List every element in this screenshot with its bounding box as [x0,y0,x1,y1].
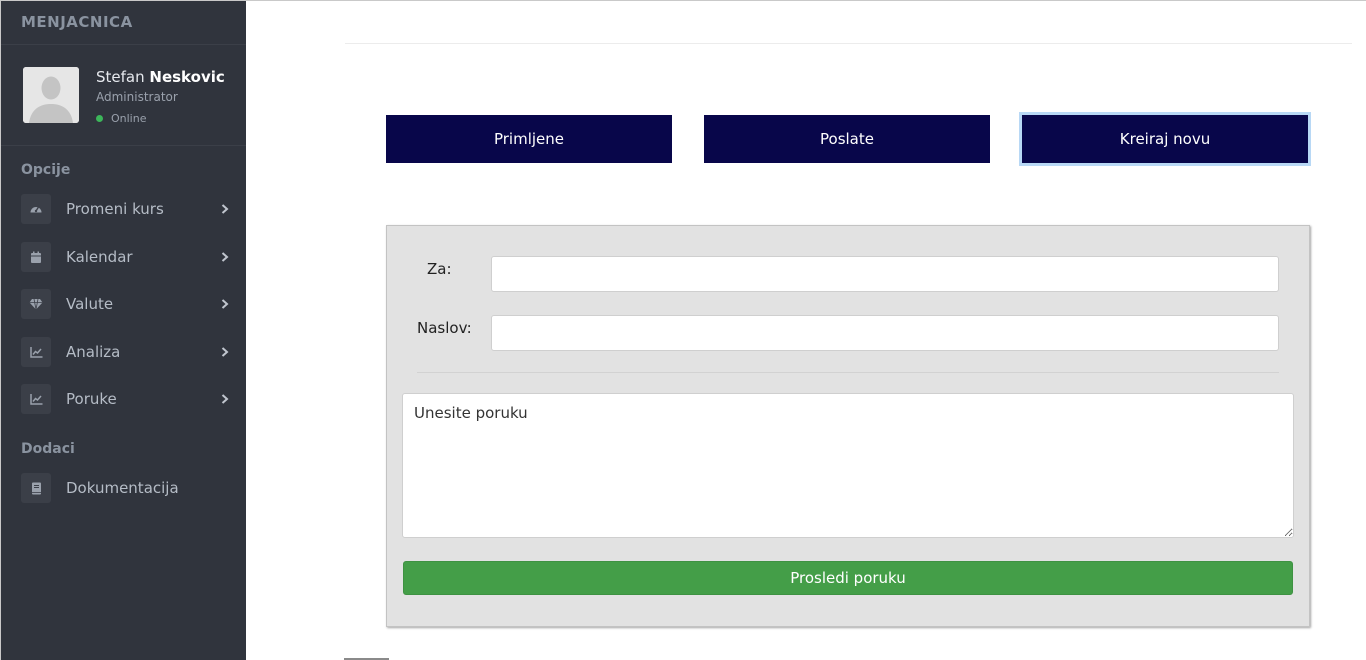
user-name: Stefan Neskovic [96,68,225,86]
user-last-name: Neskovic [149,68,225,86]
user-role: Administrator [96,90,178,104]
tab-kreiraj-novu[interactable]: Kreiraj novu [1022,115,1308,163]
sidebar-item-label: Poruke [66,390,117,408]
tab-primljene[interactable]: Primljene [386,115,672,163]
sidebar-item-label: Kalendar [66,248,133,266]
message-textarea[interactable] [402,393,1294,538]
sidebar: MENJACNICA Stefan Neskovic Administrator… [1,1,246,660]
chevron-right-icon [220,204,230,214]
sidebar-item-analiza[interactable]: Analiza [1,335,246,369]
calendar-icon [21,242,51,272]
form-divider [417,372,1279,373]
user-silhouette-icon [23,67,79,123]
sidebar-item-label: Dokumentacija [66,479,179,497]
compose-form: Za: Naslov: Prosledi poruku [386,225,1310,627]
section-title-dodaci: Dodaci [21,441,75,457]
status-dot-icon [96,115,103,122]
user-status: Online [96,112,146,125]
sidebar-item-promeni-kurs[interactable]: Promeni kurs [1,192,246,226]
diamond-icon [21,289,51,319]
chevron-right-icon [220,299,230,309]
dashboard-icon [21,194,51,224]
send-message-button[interactable]: Prosledi poruku [403,561,1293,595]
status-label: Online [111,112,147,125]
app-window: MENJACNICA Stefan Neskovic Administrator… [0,0,1366,660]
sidebar-item-kalendar[interactable]: Kalendar [1,240,246,274]
user-first-name: Stefan [96,68,145,86]
chart-icon [21,337,51,367]
to-label: Za: [427,260,452,278]
subject-label: Naslov: [417,319,472,337]
book-icon [21,473,51,503]
sidebar-item-dokumentacija[interactable]: Dokumentacija [1,471,246,505]
tab-poslate[interactable]: Poslate [704,115,990,163]
subject-input[interactable] [491,315,1279,351]
sidebar-item-label: Analiza [66,343,121,361]
to-input[interactable] [491,256,1279,292]
brand-logo[interactable]: MENJACNICA [1,1,246,45]
section-title-opcije: Opcije [21,162,71,178]
avatar [23,67,79,123]
sidebar-item-poruke[interactable]: Poruke [1,382,246,416]
chevron-right-icon [220,252,230,262]
sidebar-item-label: Valute [66,295,114,313]
main-content: Primljene Poslate Kreiraj novu Za: Naslo… [246,1,1366,660]
chart-icon [21,384,51,414]
sidebar-item-valute[interactable]: Valute [1,287,246,321]
sidebar-item-label: Promeni kurs [66,200,164,218]
chevron-right-icon [220,394,230,404]
header-divider [345,43,1352,44]
chevron-right-icon [220,347,230,357]
user-panel: Stefan Neskovic Administrator Online [1,45,246,146]
